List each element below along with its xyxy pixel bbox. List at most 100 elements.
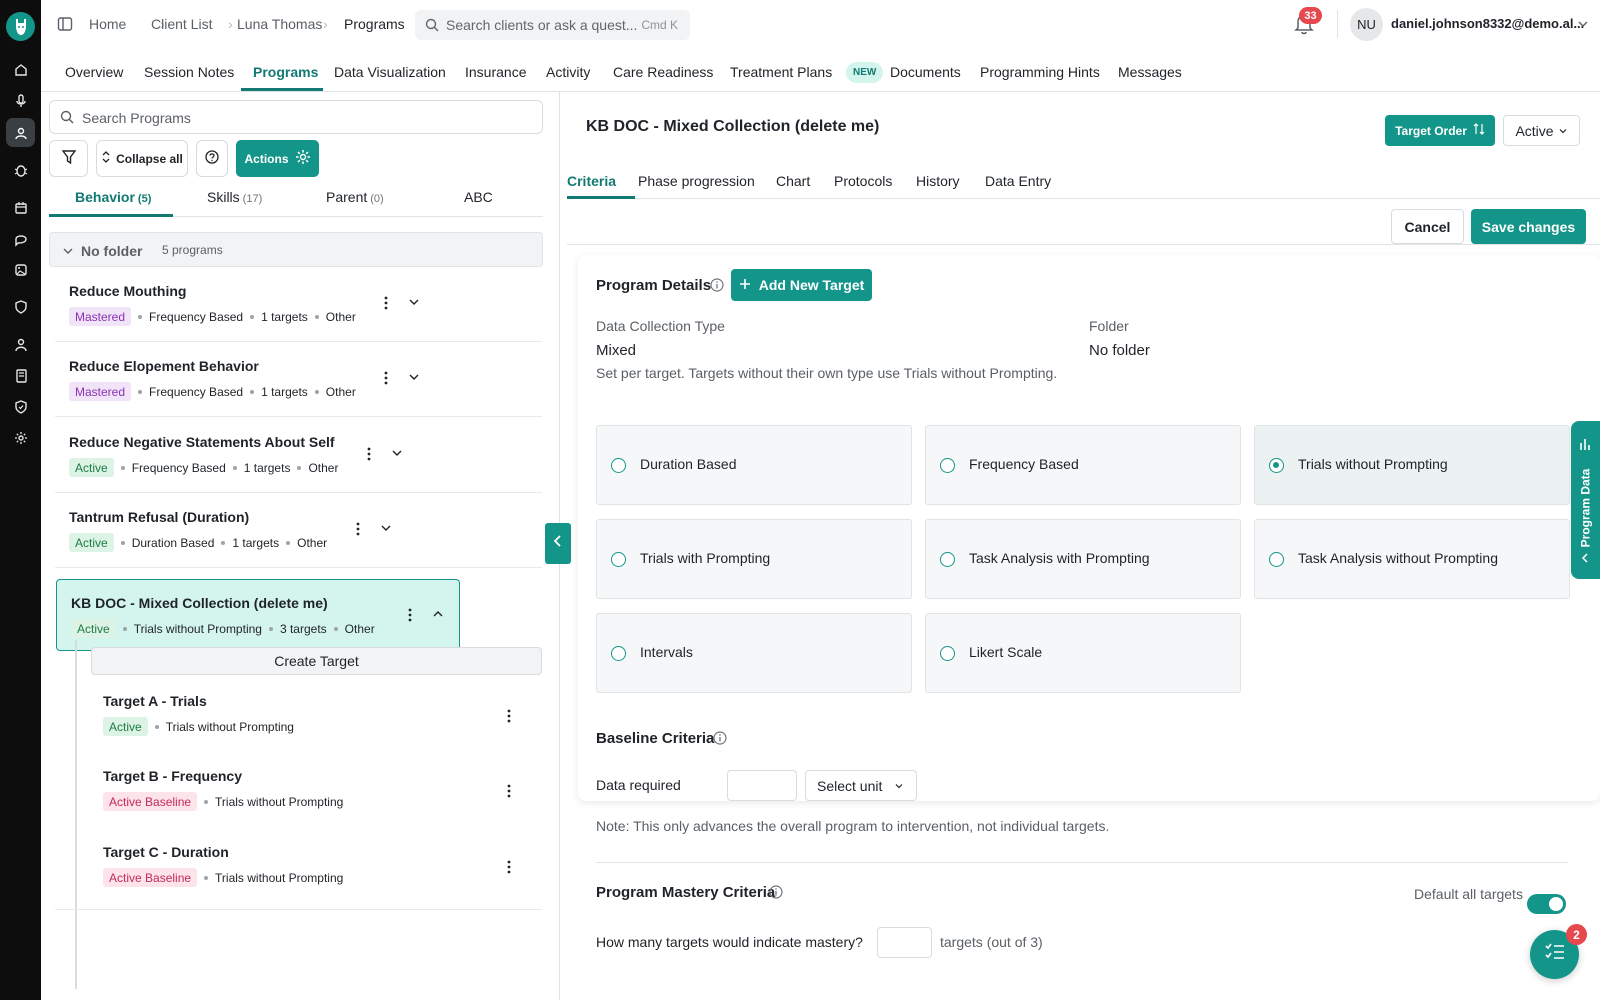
program-item-selected[interactable]: KB DOC - Mixed Collection (delete me) Ac… <box>56 579 460 651</box>
tab-session-notes[interactable]: Session Notes <box>144 64 234 80</box>
tab-history[interactable]: History <box>916 173 960 189</box>
bug-icon[interactable] <box>11 160 31 180</box>
more-options-icon[interactable] <box>502 707 516 725</box>
tab-documents[interactable]: Documents <box>890 64 961 80</box>
tab-programming-hints[interactable]: Programming Hints <box>980 64 1100 80</box>
data-required-input[interactable] <box>727 770 797 801</box>
chevron-down-icon[interactable] <box>407 370 421 384</box>
settings-gear-icon[interactable] <box>11 428 31 448</box>
option-trials-without-prompting[interactable]: Trials without Prompting <box>1254 425 1570 505</box>
sidebar-toggle-icon[interactable] <box>57 16 73 32</box>
more-options-icon[interactable] <box>379 294 393 312</box>
chat-icon[interactable] <box>11 230 31 250</box>
shield-check-icon[interactable] <box>11 397 31 417</box>
program-search-input[interactable]: Search Programs <box>49 100 543 134</box>
clients-icon[interactable] <box>6 118 35 147</box>
gallery-icon[interactable] <box>11 260 31 280</box>
option-duration-based[interactable]: Duration Based <box>596 425 912 505</box>
radio-button[interactable] <box>611 552 626 567</box>
program-item[interactable]: Reduce Elopement Behavior Mastered Frequ… <box>55 343 542 417</box>
folder-header[interactable]: No folder 5 programs <box>49 232 543 267</box>
tab-data-visualization[interactable]: Data Visualization <box>334 64 446 80</box>
more-options-icon[interactable] <box>502 782 516 800</box>
more-options-icon[interactable] <box>362 445 376 463</box>
program-item[interactable]: Reduce Mouthing Mastered Frequency Based… <box>55 268 542 342</box>
info-icon[interactable] <box>769 885 783 899</box>
radio-button[interactable] <box>940 646 955 661</box>
book-icon[interactable] <box>11 366 31 386</box>
default-all-targets-toggle[interactable] <box>1527 894 1566 914</box>
tab-skills[interactable]: Skills (17) <box>207 189 262 205</box>
radio-button[interactable] <box>940 458 955 473</box>
select-unit-dropdown[interactable]: Select unit <box>805 770 917 801</box>
option-likert-scale[interactable]: Likert Scale <box>925 613 1241 693</box>
tab-parent[interactable]: Parent (0) <box>326 189 384 205</box>
more-options-icon[interactable] <box>379 369 393 387</box>
breadcrumb-client-list[interactable]: Client List <box>151 16 212 32</box>
chevron-down-icon[interactable] <box>1577 17 1589 35</box>
tab-insurance[interactable]: Insurance <box>465 64 526 80</box>
person-icon[interactable] <box>11 335 31 355</box>
tab-behavior[interactable]: Behavior (5) <box>75 189 151 205</box>
option-intervals[interactable]: Intervals <box>596 613 912 693</box>
chevron-down-icon[interactable] <box>390 446 404 460</box>
tab-activity[interactable]: Activity <box>546 64 590 80</box>
llama-logo[interactable] <box>6 12 35 41</box>
option-task-analysis-with-prompting[interactable]: Task Analysis with Prompting <box>925 519 1241 599</box>
option-frequency-based[interactable]: Frequency Based <box>925 425 1241 505</box>
save-button[interactable]: Save changes <box>1471 209 1586 244</box>
tab-messages[interactable]: Messages <box>1118 64 1182 80</box>
status-dropdown[interactable]: Active <box>1503 115 1580 146</box>
target-item[interactable]: Target C - Duration Active Baseline Tria… <box>88 832 542 906</box>
option-label: Frequency Based <box>969 456 1079 472</box>
target-item[interactable]: Target B - Frequency Active Baseline Tri… <box>88 756 542 830</box>
calendar-icon[interactable] <box>11 198 31 218</box>
actions-button[interactable]: Actions <box>236 140 319 177</box>
tab-care-readiness[interactable]: Care Readiness <box>613 64 713 80</box>
add-new-target-button[interactable]: Add New Target <box>731 269 872 301</box>
program-data-tab[interactable]: Program Data <box>1571 421 1600 579</box>
target-item[interactable]: Target A - Trials Active Trials without … <box>88 681 542 755</box>
global-search[interactable]: Search clients or ask a quest... Cmd K <box>415 10 690 40</box>
create-target-button[interactable]: Create Target <box>91 647 542 675</box>
cancel-button[interactable]: Cancel <box>1391 209 1464 244</box>
tab-chart[interactable]: Chart <box>776 173 810 189</box>
microphone-icon[interactable] <box>11 91 31 111</box>
avatar[interactable]: NU <box>1350 8 1383 41</box>
target-order-button[interactable]: Target Order <box>1385 115 1495 146</box>
chevron-down-icon[interactable] <box>379 521 393 535</box>
tab-phase-progression[interactable]: Phase progression <box>638 173 755 189</box>
chevron-down-icon[interactable] <box>407 295 421 309</box>
tab-programs[interactable]: Programs <box>253 64 318 80</box>
radio-button[interactable] <box>940 552 955 567</box>
tab-overview[interactable]: Overview <box>65 64 123 80</box>
radio-button[interactable] <box>1269 552 1284 567</box>
program-item[interactable]: Tantrum Refusal (Duration) Active Durati… <box>55 494 542 568</box>
breadcrumb-home[interactable]: Home <box>89 16 126 32</box>
tab-abc[interactable]: ABC <box>464 189 493 205</box>
tab-protocols[interactable]: Protocols <box>834 173 892 189</box>
more-options-icon[interactable] <box>403 606 417 624</box>
help-button[interactable] <box>196 140 228 177</box>
tab-data-entry[interactable]: Data Entry <box>985 173 1051 189</box>
tab-treatment-plans[interactable]: Treatment Plans <box>730 64 832 80</box>
user-email[interactable]: daniel.johnson8332@demo.al... <box>1391 16 1584 31</box>
program-item[interactable]: Reduce Negative Statements About Self Ac… <box>55 419 542 493</box>
more-options-icon[interactable] <box>351 520 365 538</box>
radio-button-selected[interactable] <box>1269 458 1284 473</box>
info-icon[interactable] <box>710 278 724 292</box>
more-options-icon[interactable] <box>502 858 516 876</box>
home-icon[interactable] <box>11 60 31 80</box>
breadcrumb-client[interactable]: Luna Thomas <box>237 16 322 32</box>
filter-button[interactable] <box>49 140 88 177</box>
radio-button[interactable] <box>611 458 626 473</box>
option-trials-with-prompting[interactable]: Trials with Prompting <box>596 519 912 599</box>
mastery-targets-input[interactable] <box>877 927 932 958</box>
info-icon[interactable] <box>713 731 727 745</box>
radio-button[interactable] <box>611 646 626 661</box>
option-task-analysis-without-prompting[interactable]: Task Analysis without Prompting <box>1254 519 1570 599</box>
shield-icon[interactable] <box>11 297 31 317</box>
tab-criteria[interactable]: Criteria <box>567 173 616 189</box>
chevron-up-icon[interactable] <box>431 607 445 621</box>
collapse-all-button[interactable]: Collapse all <box>96 140 188 177</box>
